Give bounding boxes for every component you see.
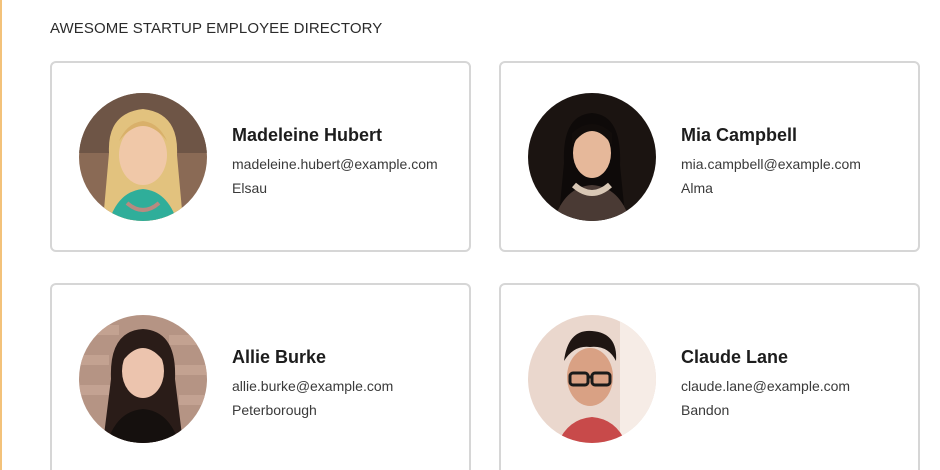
avatar <box>79 315 207 443</box>
page-title: AWESOME STARTUP EMPLOYEE DIRECTORY <box>50 20 383 37</box>
employee-info: Claude Lane claude.lane@example.com Band… <box>681 346 850 422</box>
employee-name: Allie Burke <box>232 347 327 367</box>
employee-email: claude.lane@example.com <box>681 378 851 394</box>
employee-name: Claude Lane <box>681 347 789 367</box>
person-photo-icon <box>79 315 207 443</box>
employee-info: Madeleine Hubert madeleine.hubert@exampl… <box>232 124 438 200</box>
employee-name: Madeleine Hubert <box>232 125 383 145</box>
employee-city: Elsau <box>232 180 268 196</box>
avatar <box>528 315 656 443</box>
employee-email: mia.campbell@example.com <box>681 156 861 172</box>
employee-card[interactable]: Allie Burke allie.burke@example.com Pete… <box>50 283 471 470</box>
avatar <box>79 93 207 221</box>
avatar <box>528 93 656 221</box>
employee-card[interactable]: Madeleine Hubert madeleine.hubert@exampl… <box>50 61 471 252</box>
employee-city: Peterborough <box>232 402 317 418</box>
employee-info: Allie Burke allie.burke@example.com Pete… <box>232 346 393 422</box>
person-photo-icon <box>528 93 656 221</box>
employee-card[interactable]: Mia Campbell mia.campbell@example.com Al… <box>499 61 920 252</box>
employee-name: Mia Campbell <box>681 125 798 145</box>
person-photo-icon <box>79 93 207 221</box>
employee-email: madeleine.hubert@example.com <box>232 156 438 172</box>
directory-page: AWESOME STARTUP EMPLOYEE DIRECTORY Madel… <box>0 0 940 470</box>
person-photo-icon <box>528 315 656 443</box>
employee-city: Bandon <box>681 402 730 418</box>
employee-city: Alma <box>681 180 713 196</box>
employee-info: Mia Campbell mia.campbell@example.com Al… <box>681 124 861 200</box>
employee-email: allie.burke@example.com <box>232 378 394 394</box>
employee-card[interactable]: Claude Lane claude.lane@example.com Band… <box>499 283 920 470</box>
